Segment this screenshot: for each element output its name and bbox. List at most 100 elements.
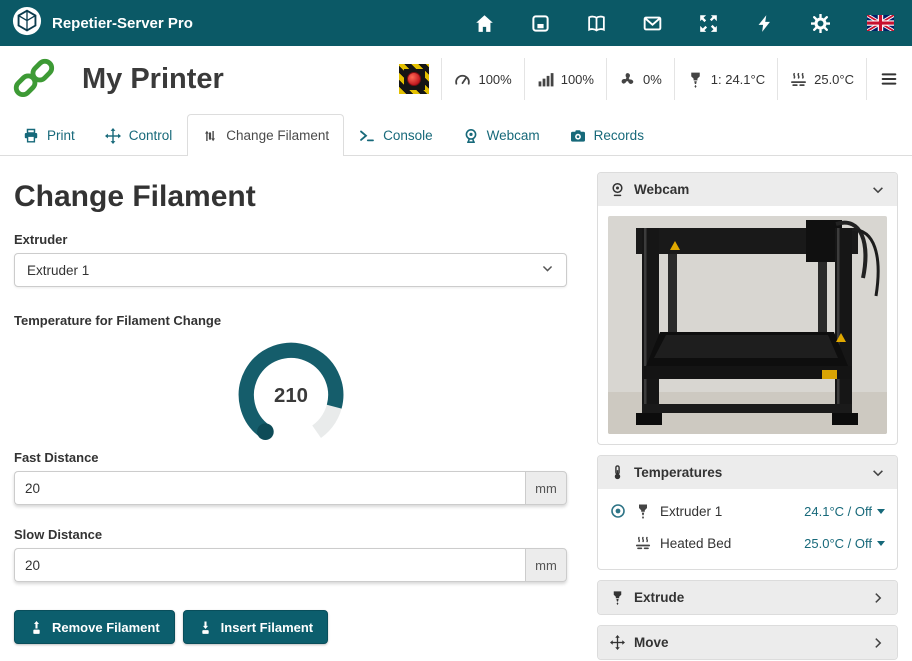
insert-filament-button[interactable]: Insert Filament — [183, 610, 328, 644]
temperature-gauge[interactable]: 210 — [14, 334, 567, 444]
tab-webcam-label: Webcam — [487, 128, 540, 143]
gauge-value: 210 — [274, 385, 308, 407]
chevron-down-icon — [541, 262, 554, 278]
fan-status[interactable]: 0% — [606, 58, 674, 100]
temperatures-panel-header[interactable]: Temperatures — [598, 456, 897, 489]
top-navbar: Repetier-Server Pro — [0, 0, 912, 46]
printer-list-icon[interactable] — [531, 14, 550, 33]
slow-distance-label: Slow Distance — [14, 527, 567, 542]
caret-down-icon — [877, 541, 885, 546]
heated-bed-icon — [790, 71, 807, 88]
extrude-panel-header[interactable]: Extrude — [598, 581, 897, 614]
control-move-icon — [105, 128, 121, 144]
extruder-label: Extruder — [14, 232, 567, 247]
emergency-stop-button[interactable] — [387, 58, 441, 100]
extruder-nozzle-icon — [635, 503, 651, 519]
tab-change-filament[interactable]: Change Filament — [187, 114, 344, 156]
navbar-icons — [475, 14, 894, 33]
extruder-temp-dropdown[interactable]: 24.1°C / Off — [804, 504, 885, 519]
fast-distance-input[interactable] — [14, 471, 525, 505]
temperatures-panel-title: Temperatures — [634, 465, 722, 480]
tab-print[interactable]: Print — [8, 114, 90, 156]
repetier-logo-icon — [12, 6, 42, 41]
move-panel: Move — [597, 625, 898, 660]
fan-icon — [619, 71, 636, 88]
flow-multiplier[interactable]: 100% — [524, 58, 606, 100]
gauge-handle[interactable] — [257, 423, 274, 440]
heated-bed-row-label: Heated Bed — [660, 536, 731, 551]
tab-records[interactable]: Records — [555, 114, 659, 156]
printer-title: My Printer — [82, 63, 224, 96]
thermometer-icon — [610, 465, 625, 480]
temperatures-panel: Temperatures Extruder 1 24.1°C / Off — [597, 455, 898, 570]
extruder-nozzle-icon — [687, 71, 704, 88]
printer-header: My Printer 100% 100% 0% 1: 2 — [0, 46, 912, 112]
extruder-temp-value: 1: 24.1°C — [711, 72, 765, 87]
extruder-nozzle-icon — [610, 590, 625, 605]
tab-change-filament-label: Change Filament — [226, 128, 329, 143]
language-flag-icon[interactable] — [867, 15, 894, 32]
home-icon[interactable] — [475, 14, 494, 33]
extruder-temp-status[interactable]: 1: 24.1°C — [674, 58, 777, 100]
main-content: Change Filament Extruder Extruder 1 Temp… — [0, 156, 912, 661]
emergency-stop-icon — [407, 72, 421, 86]
bed-temp-value: 25.0°C — [814, 72, 854, 87]
filament-actions: Remove Filament Insert Filament — [14, 610, 567, 644]
fast-distance-label: Fast Distance — [14, 450, 567, 465]
webcam-panel-header[interactable]: Webcam — [598, 173, 897, 206]
move-panel-title: Move — [634, 635, 669, 650]
manual-book-icon[interactable] — [587, 14, 606, 33]
printer-menu-button[interactable] — [866, 58, 900, 100]
tab-webcam[interactable]: Webcam — [448, 114, 555, 156]
webcam-image — [608, 216, 887, 434]
tab-print-label: Print — [47, 128, 75, 143]
chevron-down-icon — [871, 183, 885, 197]
messages-icon[interactable] — [643, 14, 662, 33]
chevron-down-icon — [871, 466, 885, 480]
heated-bed-temp-dropdown[interactable]: 25.0°C / Off — [804, 536, 885, 551]
records-camera-icon — [570, 128, 586, 144]
insert-filament-label: Insert Filament — [221, 620, 313, 635]
target-radio-icon[interactable] — [610, 503, 626, 519]
fast-distance-group: mm — [14, 471, 567, 505]
settings-gear-icon[interactable] — [811, 14, 830, 33]
remove-filament-button[interactable]: Remove Filament — [14, 610, 175, 644]
fast-distance-unit: mm — [525, 471, 567, 505]
speed-multiplier[interactable]: 100% — [441, 58, 523, 100]
heated-bed-temp-reading: 25.0°C / Off — [804, 536, 872, 551]
fan-value: 0% — [643, 72, 662, 87]
power-icon[interactable] — [755, 14, 774, 33]
hamburger-menu-icon — [880, 70, 898, 88]
extruder-select[interactable]: Extruder 1 — [14, 253, 567, 287]
print-icon — [23, 128, 39, 144]
app-title: Repetier-Server Pro — [52, 15, 193, 32]
page-title: Change Filament — [14, 180, 567, 214]
insert-filament-icon — [198, 620, 213, 635]
slow-distance-input[interactable] — [14, 548, 525, 582]
extrude-panel: Extrude — [597, 580, 898, 615]
bed-temp-status[interactable]: 25.0°C — [777, 58, 866, 100]
move-panel-header[interactable]: Move — [598, 626, 897, 659]
temperature-label: Temperature for Filament Change — [14, 313, 567, 328]
extruder-select-value: Extruder 1 — [27, 263, 89, 278]
tab-console-label: Console — [383, 128, 433, 143]
tab-control-label: Control — [129, 128, 173, 143]
webcam-view — [598, 206, 897, 444]
caret-down-icon — [877, 509, 885, 514]
tab-control[interactable]: Control — [90, 114, 188, 156]
temperatures-list: Extruder 1 24.1°C / Off Heated Bed 25.0°… — [598, 489, 897, 569]
tab-console[interactable]: Console — [344, 114, 448, 156]
extrude-panel-title: Extrude — [634, 590, 684, 605]
tab-bar: Print Control Change Filament Console We… — [0, 112, 912, 156]
remove-filament-icon — [29, 620, 44, 635]
change-filament-form: Change Filament Extruder Extruder 1 Temp… — [14, 172, 567, 644]
flow-value: 100% — [561, 72, 594, 87]
move-cross-icon — [610, 635, 625, 650]
chevron-right-icon — [871, 636, 885, 650]
fullscreen-icon[interactable] — [699, 14, 718, 33]
heated-bed-temp-row: Heated Bed 25.0°C / Off — [610, 527, 885, 559]
speed-icon — [454, 71, 471, 88]
sidebar: Webcam — [597, 172, 898, 661]
printer-status-bar: 100% 100% 0% 1: 24.1°C 25.0°C — [387, 58, 900, 100]
extruder-temp-row: Extruder 1 24.1°C / Off — [610, 495, 885, 527]
